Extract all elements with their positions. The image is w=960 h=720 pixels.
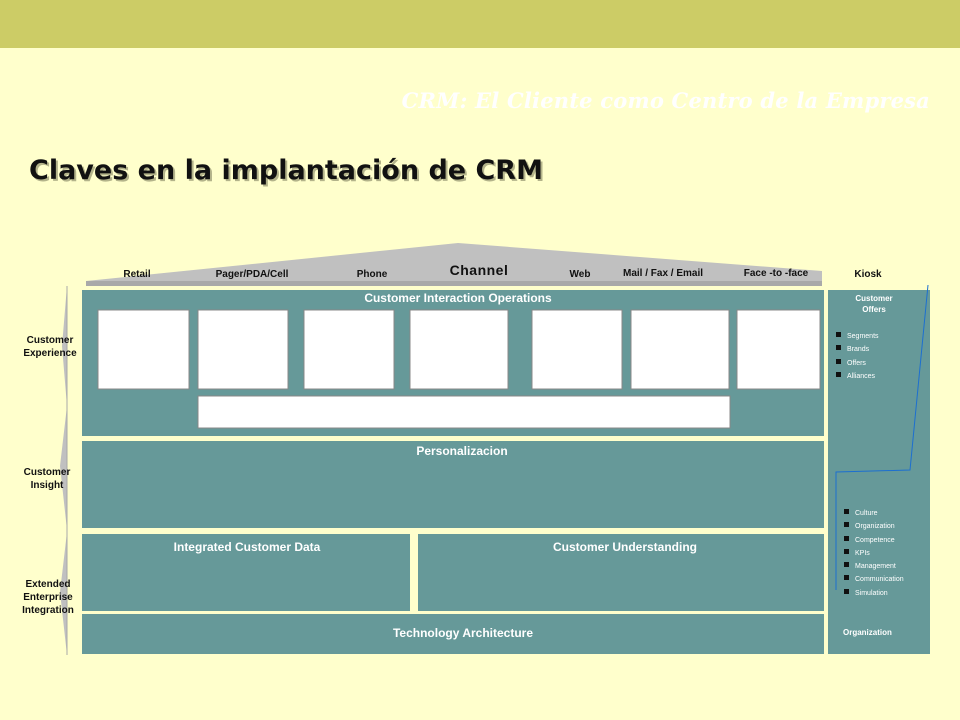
channel-item-pager: Pager/PDA/Cell <box>215 269 289 280</box>
channel-item-web: Web <box>569 269 591 280</box>
channel-box <box>531 309 623 390</box>
customer-offers-title: Customer Offers <box>855 294 893 314</box>
channel-item-phone: Phone <box>356 269 388 280</box>
organization-label: Organization <box>843 628 892 637</box>
label-customer-experience: Customer Experience <box>23 335 77 359</box>
channel-box <box>736 309 821 390</box>
offers-item: Offers <box>836 357 879 370</box>
channel-box <box>197 309 289 390</box>
channel-box <box>97 309 190 390</box>
panel-personalization-title: Personalizacion <box>416 444 508 458</box>
org-item: Competence <box>844 534 904 547</box>
channel-item-retail: Retail <box>123 269 151 280</box>
integration-bar <box>197 395 731 429</box>
offers-list: Segments Brands Offers Alliances <box>836 330 879 383</box>
panel-understanding-title: Customer Understanding <box>552 540 698 554</box>
panel-integrated-data-title: Integrated Customer Data <box>173 540 321 554</box>
channel-box <box>630 309 730 390</box>
org-item: Organization <box>844 520 904 533</box>
organization-list: Culture Organization Competence KPIs Man… <box>844 507 904 600</box>
channel-roof-shade <box>86 281 822 286</box>
channel-title: Channel <box>449 262 509 278</box>
channel-box <box>409 309 509 390</box>
org-item: Culture <box>844 507 904 520</box>
panel-technology-title: Technology Architecture <box>392 626 534 640</box>
label-customer-insight: Customer Insight <box>23 467 71 491</box>
org-item: KPIs <box>844 547 904 560</box>
channel-item-kiosk: Kiosk <box>854 269 882 280</box>
panel-interaction-title: Customer Interaction Operations <box>364 291 552 305</box>
crm-diagram <box>60 243 930 655</box>
org-item: Communication <box>844 573 904 586</box>
offers-item: Brands <box>836 343 879 356</box>
channel-item-mail: Mail / Fax / Email <box>622 268 704 279</box>
offers-item: Alliances <box>836 370 879 383</box>
org-item: Management <box>844 560 904 573</box>
channel-box <box>303 309 395 390</box>
channel-item-face: Face -to -face <box>743 268 809 279</box>
label-extended-integration: Extended Enterprise Integration <box>22 579 74 616</box>
offers-item: Segments <box>836 330 879 343</box>
org-item: Simulation <box>844 587 904 600</box>
